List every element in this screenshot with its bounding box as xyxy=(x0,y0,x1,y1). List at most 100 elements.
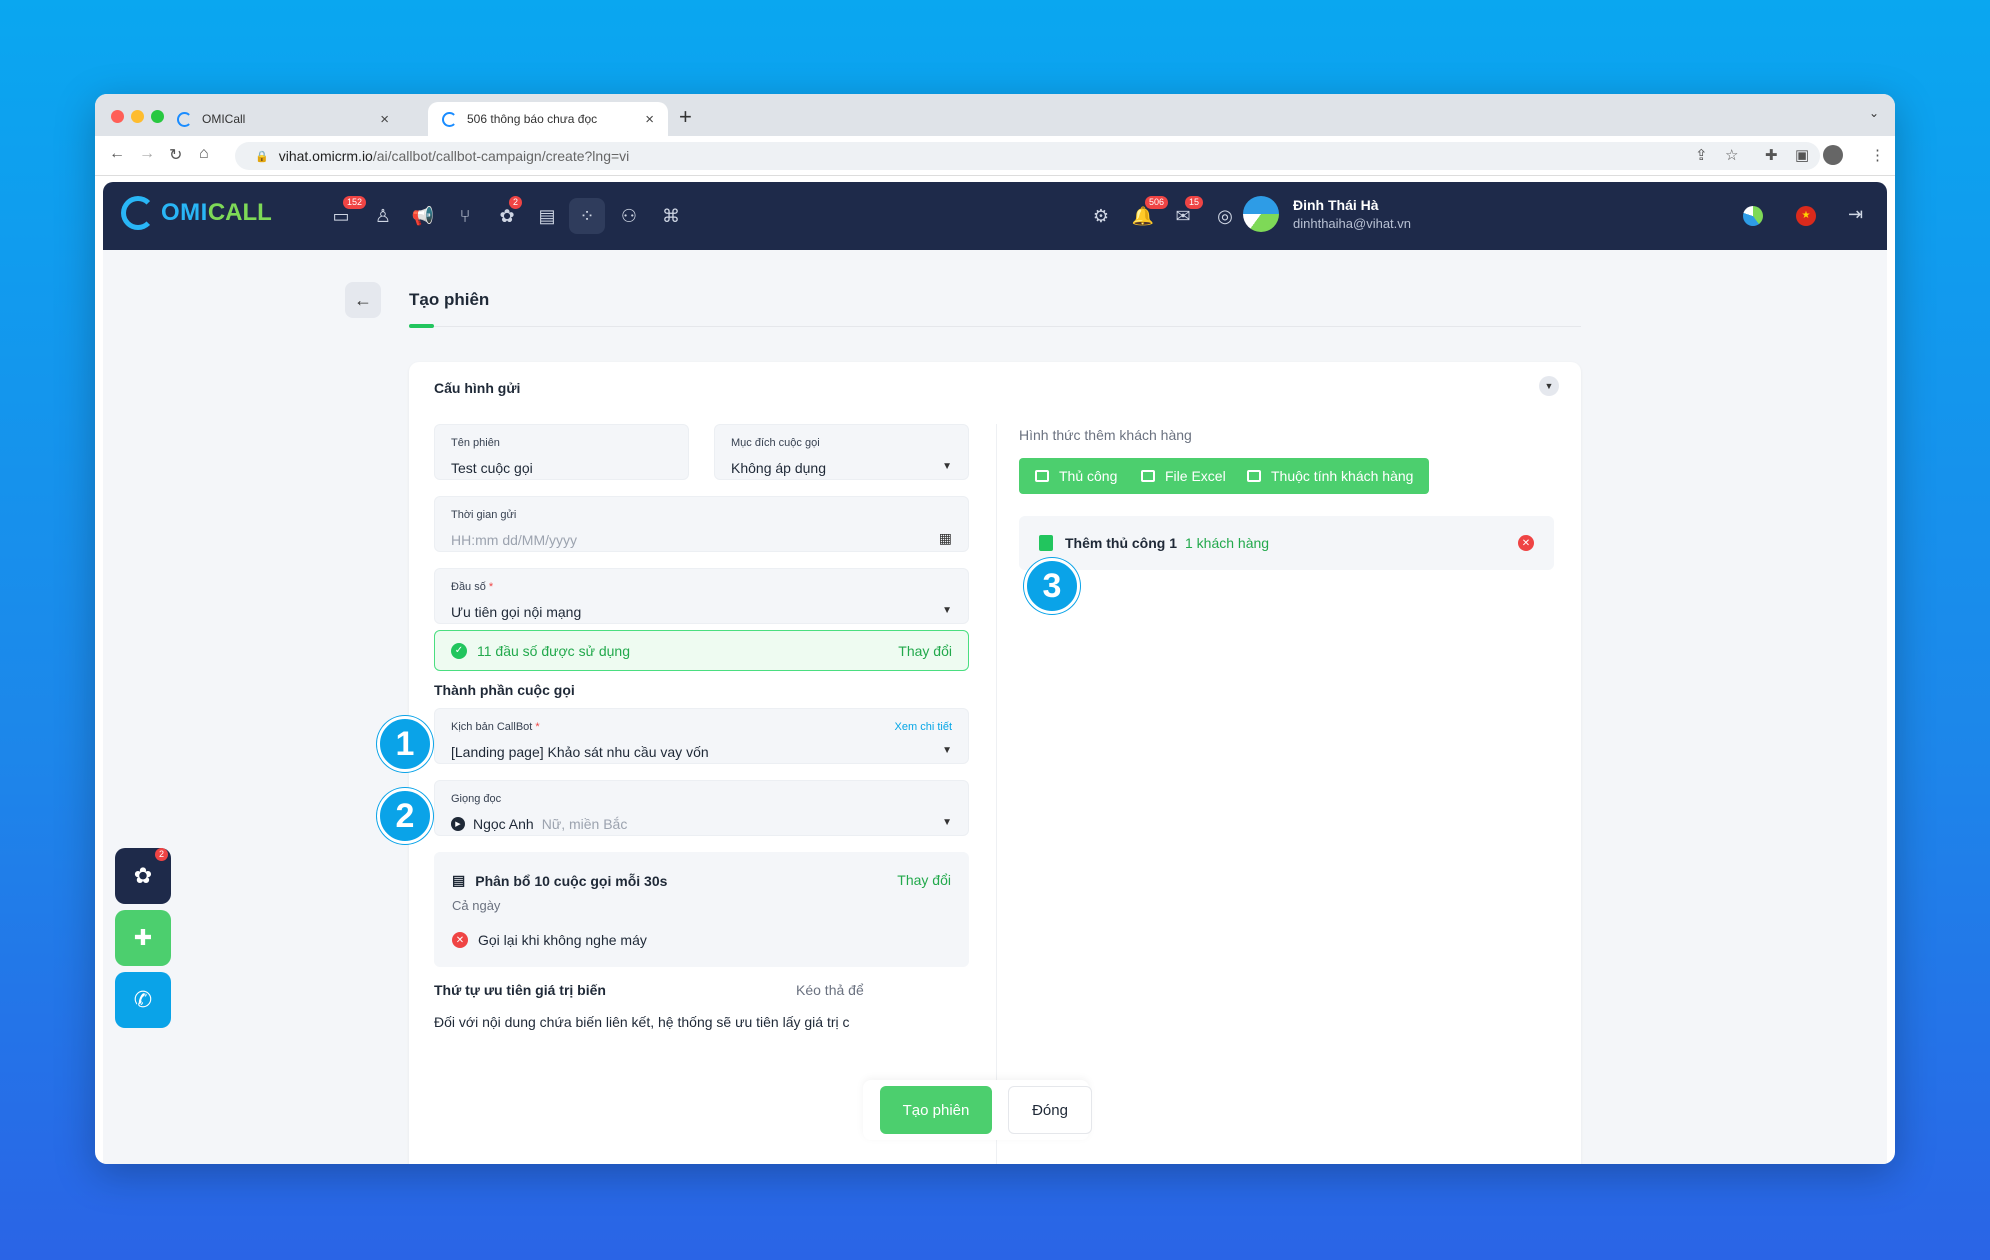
forward-arrow-icon[interactable]: → xyxy=(139,145,155,163)
page-title: Tạo phiên xyxy=(409,290,490,309)
send-time-field[interactable]: Thời gian gửi HH:mm dd/MM/yyyy ▦ xyxy=(434,496,969,552)
vietnam-flag-icon[interactable]: ★ xyxy=(1796,206,1816,226)
play-icon[interactable]: ▶ xyxy=(451,817,465,831)
home-icon[interactable]: ⌂ xyxy=(199,145,209,163)
remove-list-icon[interactable]: ✕ xyxy=(1518,535,1534,551)
nav-contacts-icon[interactable]: ♙ xyxy=(369,202,397,230)
card-title: Cấu hình gửi xyxy=(434,380,521,396)
id-card-icon xyxy=(1247,470,1261,482)
back-arrow-icon[interactable]: ← xyxy=(109,145,125,163)
session-name-value: Test cuộc gọi xyxy=(451,460,533,476)
change-allocation-link[interactable]: Thay đổi xyxy=(897,872,951,888)
nav-tickets-icon[interactable]: ▭ 152 xyxy=(327,196,367,230)
manual-add-button[interactable]: Thủ công xyxy=(1019,458,1134,494)
logo-call: CALL xyxy=(207,199,272,226)
components-title: Thành phần cuộc gọi xyxy=(434,682,575,698)
numbers-used-text: 11 đầu số được sử dụng xyxy=(477,642,630,659)
logout-icon[interactable]: ⇥ xyxy=(1848,204,1863,225)
calendar-icon[interactable]: ▦ xyxy=(939,530,952,547)
title-divider xyxy=(409,326,1581,327)
sidebar-toggle-icon[interactable]: ▣ xyxy=(1795,146,1809,164)
caller-number-value: Ưu tiên gọi nội mạng xyxy=(451,604,582,620)
omicall-favicon-icon xyxy=(442,111,457,127)
user-email: dinhthaiha@vihat.vn xyxy=(1293,216,1411,231)
omicall-favicon-icon xyxy=(177,111,192,127)
settings-gear-icon[interactable]: ⚙ xyxy=(1087,202,1115,230)
lock-icon: 🔒 xyxy=(255,150,269,163)
notifications-bell-icon[interactable]: 🔔 506 xyxy=(1129,196,1169,230)
close-tab-icon[interactable]: × xyxy=(380,111,389,128)
close-window-dot[interactable] xyxy=(111,110,124,123)
phone-fab[interactable]: ✆ xyxy=(115,972,171,1028)
browser-tab-notifications[interactable]: 506 thông báo chưa đọc × xyxy=(428,102,668,136)
excel-upload-button[interactable]: File Excel xyxy=(1125,458,1242,494)
url-path: /ai/callbot/callbot-campaign/create?lng=… xyxy=(372,148,630,164)
priority-title: Thứ tự ưu tiên giá trị biến xyxy=(434,982,606,998)
column-divider xyxy=(996,424,997,1164)
support-fab[interactable]: ✿ 2 xyxy=(115,848,171,904)
add-ticket-fab[interactable]: ✚ xyxy=(115,910,171,966)
address-bar: ← → ↻ ⌂ 🔒 vihat.omicrm.io/ai/callbot/cal… xyxy=(95,136,1895,176)
new-tab-icon[interactable]: + xyxy=(679,104,692,130)
nav-apps-grid-icon[interactable]: ⁘ xyxy=(569,198,605,234)
call-purpose-value: Không áp dụng xyxy=(731,460,826,476)
reload-icon[interactable]: ↻ xyxy=(169,145,182,165)
callbot-script-select[interactable]: Kịch bản CallBot * Xem chi tiết [Landing… xyxy=(434,708,969,764)
user-profile[interactable]: Đinh Thái Hà dinhthaiha@vihat.vn xyxy=(1243,196,1411,232)
session-name-field[interactable]: Tên phiên Test cuộc gọi xyxy=(434,424,689,480)
nav-plugins-icon[interactable]: ✿ 2 xyxy=(493,196,523,230)
nav-analytics-icon[interactable]: ⌘ xyxy=(657,202,685,230)
priority-description: Đối với nội dung chứa biến liên kết, hệ … xyxy=(434,1014,850,1030)
extensions-puzzle-icon[interactable]: ✚ xyxy=(1765,146,1778,164)
mail-icon[interactable]: ✉ 15 xyxy=(1169,196,1204,230)
main-content: ← Tạo phiên Cấu hình gửi ▼ Tên phiên Tes… xyxy=(103,250,1887,1164)
nav-screen-icon[interactable]: ▤ xyxy=(533,202,561,230)
keyboard-icon xyxy=(1035,470,1049,482)
bookmark-star-icon[interactable]: ☆ xyxy=(1725,146,1738,164)
excel-icon xyxy=(1141,470,1155,482)
url-field[interactable]: 🔒 vihat.omicrm.io/ai/callbot/callbot-cam… xyxy=(235,142,1820,170)
chevron-down-icon: ▼ xyxy=(942,745,952,756)
create-session-button[interactable]: Tạo phiên xyxy=(880,1086,992,1134)
send-time-label: Thời gian gửi xyxy=(451,509,517,521)
webcam-icon[interactable]: ◎ xyxy=(1211,202,1239,230)
customer-attribute-button[interactable]: Thuộc tính khách hàng xyxy=(1231,458,1430,494)
close-button[interactable]: Đóng xyxy=(1008,1086,1092,1134)
title-underline-accent xyxy=(409,324,434,328)
minimize-window-dot[interactable] xyxy=(131,110,144,123)
view-script-detail-link[interactable]: Xem chi tiết xyxy=(895,721,952,733)
close-tab-icon[interactable]: × xyxy=(645,111,654,128)
browser-menu-icon[interactable]: ⋮ xyxy=(1870,146,1885,164)
collapse-chevron-icon[interactable]: ▼ xyxy=(1539,376,1559,396)
allocation-title: ▤ Phân bổ 10 cuộc gọi mỗi 30s xyxy=(452,872,668,889)
tab-menu-chevron-icon[interactable]: ⌄ xyxy=(1869,106,1879,120)
chevron-down-icon: ▼ xyxy=(942,461,952,472)
numbers-used-banner: ✓ 11 đầu số được sử dụng Thay đổi xyxy=(434,630,969,671)
browser-tab-omicall[interactable]: OMICall × xyxy=(163,102,403,136)
nav-org-chart-icon[interactable]: ⚇ xyxy=(615,202,643,230)
app-top-nav: OMICALL ▭ 152 ♙ 📢 ⑂ ✿ 2 ▤ ⁘ ⚇ ⌘ ⚙ 🔔 506 ✉ 15… xyxy=(103,182,1887,250)
profile-avatar[interactable] xyxy=(1823,145,1843,165)
caller-number-select[interactable]: Đầu số * Ưu tiên gọi nội mạng ▼ xyxy=(434,568,969,624)
notifications-badge: 506 xyxy=(1145,196,1169,209)
browser-window: OMICall × 506 thông báo chưa đọc × + ⌄ ←… xyxy=(95,94,1895,1164)
check-circle-icon: ✓ xyxy=(451,642,467,659)
chevron-down-icon: ▼ xyxy=(942,817,952,828)
voice-value: ▶ Ngọc Anh Nữ, miền Bắc xyxy=(451,816,627,832)
chevron-down-icon: ▼ xyxy=(942,605,952,616)
share-icon[interactable]: ⇪ xyxy=(1695,146,1708,164)
nav-campaign-icon[interactable]: 📢 xyxy=(409,202,437,230)
nav-flow-icon[interactable]: ⑂ xyxy=(451,202,479,230)
mail-badge: 15 xyxy=(1185,196,1204,209)
workspace-logo-icon[interactable] xyxy=(1743,206,1763,226)
change-numbers-link[interactable]: Thay đổi xyxy=(898,643,952,659)
voice-description: Nữ, miền Bắc xyxy=(541,816,628,832)
back-button[interactable]: ← xyxy=(345,282,381,318)
call-purpose-select[interactable]: Mục đích cuộc gọi Không áp dụng ▼ xyxy=(714,424,969,480)
added-list-name: Thêm thủ công 1 xyxy=(1065,535,1177,551)
session-name-label: Tên phiên xyxy=(451,437,500,449)
voice-select[interactable]: Giọng đọc ▶ Ngọc Anh Nữ, miền Bắc ▼ xyxy=(434,780,969,836)
tab-label: 506 thông báo chưa đọc xyxy=(467,112,598,126)
logo-ring-icon xyxy=(121,196,155,230)
omicall-logo[interactable]: OMICALL xyxy=(121,196,272,230)
